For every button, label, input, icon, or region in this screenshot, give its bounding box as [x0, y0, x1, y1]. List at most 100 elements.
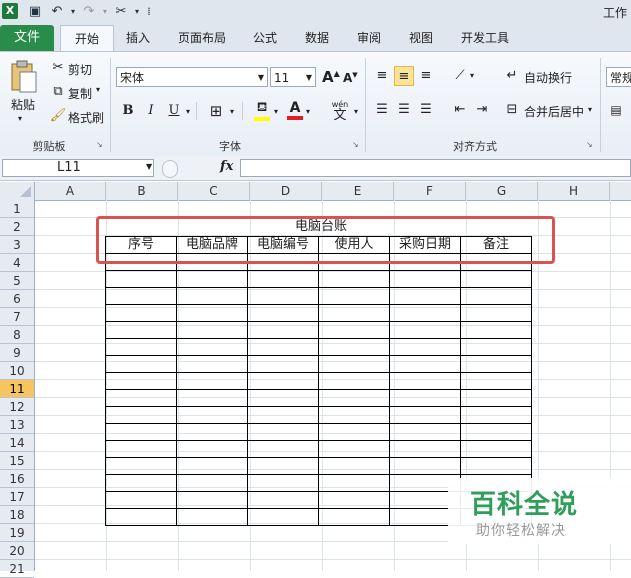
- table-cell[interactable]: [247, 338, 319, 356]
- table-cell[interactable]: [105, 508, 177, 526]
- table-cell[interactable]: [247, 321, 319, 339]
- grow-font-icon[interactable]: A▲: [322, 68, 340, 86]
- align-left-icon[interactable]: ☰: [372, 100, 392, 120]
- column-header-e[interactable]: E: [322, 182, 394, 200]
- table-cell[interactable]: [318, 287, 390, 305]
- table-cell[interactable]: [247, 508, 319, 526]
- align-center-icon[interactable]: ☰: [394, 100, 414, 120]
- name-box-dropdown-icon[interactable]: ▼: [146, 162, 152, 171]
- table-cell[interactable]: [247, 491, 319, 509]
- underline-button[interactable]: U: [164, 101, 184, 121]
- column-header-a[interactable]: A: [35, 182, 106, 200]
- shrink-font-icon[interactable]: A▼: [343, 71, 358, 85]
- merge-center-dropdown-icon[interactable]: ▾: [588, 105, 592, 114]
- paste-icon[interactable]: [8, 58, 38, 94]
- font-color-dropdown-icon[interactable]: ▾: [306, 107, 310, 116]
- table-cell[interactable]: [247, 457, 319, 475]
- align-middle-icon[interactable]: ≡: [394, 66, 414, 86]
- row-header[interactable]: 19: [0, 524, 34, 542]
- row-header[interactable]: 3: [0, 236, 34, 254]
- table-cell[interactable]: [176, 338, 248, 356]
- column-header-g[interactable]: G: [466, 182, 538, 200]
- bold-button[interactable]: B: [118, 101, 138, 121]
- tab-page-layout[interactable]: 页面布局: [170, 25, 234, 51]
- table-cell[interactable]: [105, 338, 177, 356]
- row-header[interactable]: 10: [0, 362, 34, 380]
- table-cell[interactable]: [318, 338, 390, 356]
- tab-view[interactable]: 视图: [402, 25, 440, 51]
- column-header-c[interactable]: C: [178, 182, 250, 200]
- table-cell[interactable]: [318, 355, 390, 373]
- column-header-h[interactable]: H: [538, 182, 610, 200]
- orientation-icon[interactable]: ⟋: [450, 66, 470, 86]
- table-cell[interactable]: [318, 457, 390, 475]
- column-header-d[interactable]: D: [250, 182, 322, 200]
- table-cell[interactable]: [389, 321, 461, 339]
- table-cell[interactable]: [318, 406, 390, 424]
- table-cell[interactable]: [176, 321, 248, 339]
- table-cell[interactable]: [247, 406, 319, 424]
- format-painter-button[interactable]: 格式刷: [68, 109, 104, 126]
- align-bottom-icon[interactable]: ≡: [416, 66, 436, 86]
- table-cell[interactable]: [460, 270, 532, 288]
- column-header-f[interactable]: F: [394, 182, 466, 200]
- table-cell[interactable]: [105, 440, 177, 458]
- copy-icon[interactable]: ⧉: [48, 82, 68, 102]
- row-header[interactable]: 18: [0, 506, 34, 524]
- table-cell[interactable]: [176, 389, 248, 407]
- table-cell[interactable]: [176, 304, 248, 322]
- table-cell[interactable]: [105, 389, 177, 407]
- table-cell[interactable]: [318, 491, 390, 509]
- table-cell[interactable]: [247, 270, 319, 288]
- row-header[interactable]: 1: [0, 200, 34, 218]
- row-header[interactable]: 20: [0, 542, 34, 560]
- select-all-button[interactable]: [0, 182, 35, 200]
- name-box[interactable]: L11: [2, 159, 154, 177]
- row-header[interactable]: 5: [0, 272, 34, 290]
- alignment-launcher-icon[interactable]: ↘: [586, 140, 593, 149]
- align-right-icon[interactable]: ☰: [416, 100, 436, 120]
- table-cell[interactable]: [389, 355, 461, 373]
- formula-input[interactable]: [240, 159, 631, 177]
- table-cell[interactable]: [247, 423, 319, 441]
- currency-format-icon[interactable]: ▤: [606, 100, 626, 120]
- table-cell[interactable]: [176, 423, 248, 441]
- table-cell[interactable]: [460, 457, 532, 475]
- column-header-b[interactable]: B: [106, 182, 178, 200]
- table-cell[interactable]: [389, 372, 461, 390]
- table-cell[interactable]: [176, 440, 248, 458]
- font-launcher-icon[interactable]: ↘: [352, 140, 359, 149]
- table-cell[interactable]: [460, 338, 532, 356]
- row-header[interactable]: 13: [0, 416, 34, 434]
- table-cell[interactable]: [318, 304, 390, 322]
- italic-button[interactable]: I: [141, 101, 161, 121]
- formula-bar-handle[interactable]: [162, 160, 178, 178]
- underline-dropdown-icon[interactable]: ▾: [186, 107, 190, 116]
- table-cell[interactable]: [389, 440, 461, 458]
- table-cell[interactable]: [318, 389, 390, 407]
- fill-color-icon[interactable]: ⛾: [252, 100, 272, 122]
- table-cell[interactable]: [176, 474, 248, 492]
- table-cell[interactable]: [105, 372, 177, 390]
- table-cell[interactable]: [460, 423, 532, 441]
- table-cell[interactable]: [460, 355, 532, 373]
- table-cell[interactable]: [176, 508, 248, 526]
- customize-toolbar-icon[interactable]: ⁞: [140, 3, 158, 21]
- table-cell[interactable]: [105, 287, 177, 305]
- table-cell[interactable]: [460, 304, 532, 322]
- table-cell[interactable]: [460, 372, 532, 390]
- increase-indent-icon[interactable]: ⇥: [472, 100, 492, 120]
- tab-insert[interactable]: 插入: [118, 25, 158, 51]
- row-header[interactable]: 4: [0, 254, 34, 272]
- row-header[interactable]: 14: [0, 434, 34, 452]
- table-cell[interactable]: [389, 338, 461, 356]
- phonetic-dropdown-icon[interactable]: ▾: [354, 107, 358, 116]
- copy-dropdown-icon[interactable]: ▾: [96, 85, 100, 94]
- table-cell[interactable]: [105, 406, 177, 424]
- table-cell[interactable]: [318, 440, 390, 458]
- table-cell[interactable]: [105, 355, 177, 373]
- table-cell[interactable]: [247, 355, 319, 373]
- tab-data[interactable]: 数据: [298, 25, 336, 51]
- table-cell[interactable]: [176, 491, 248, 509]
- table-cell[interactable]: [460, 389, 532, 407]
